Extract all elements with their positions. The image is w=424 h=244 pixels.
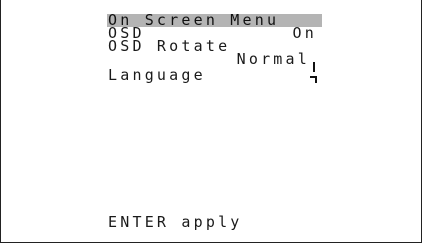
osd-option-value[interactable]: On	[293, 26, 317, 41]
osd-screen: On Screen Menu OSD On OSD Rotate Normal …	[0, 0, 422, 243]
language-label[interactable]: Language	[108, 68, 206, 83]
cursor-corner	[310, 76, 317, 83]
cursor-bar	[313, 62, 315, 72]
osd-rotate-label[interactable]: OSD Rotate	[108, 39, 230, 54]
cursor-bracket-icon	[310, 62, 319, 84]
enter-apply-hint: ENTER apply	[108, 213, 243, 231]
osd-rotate-value[interactable]: Normal	[237, 52, 310, 67]
